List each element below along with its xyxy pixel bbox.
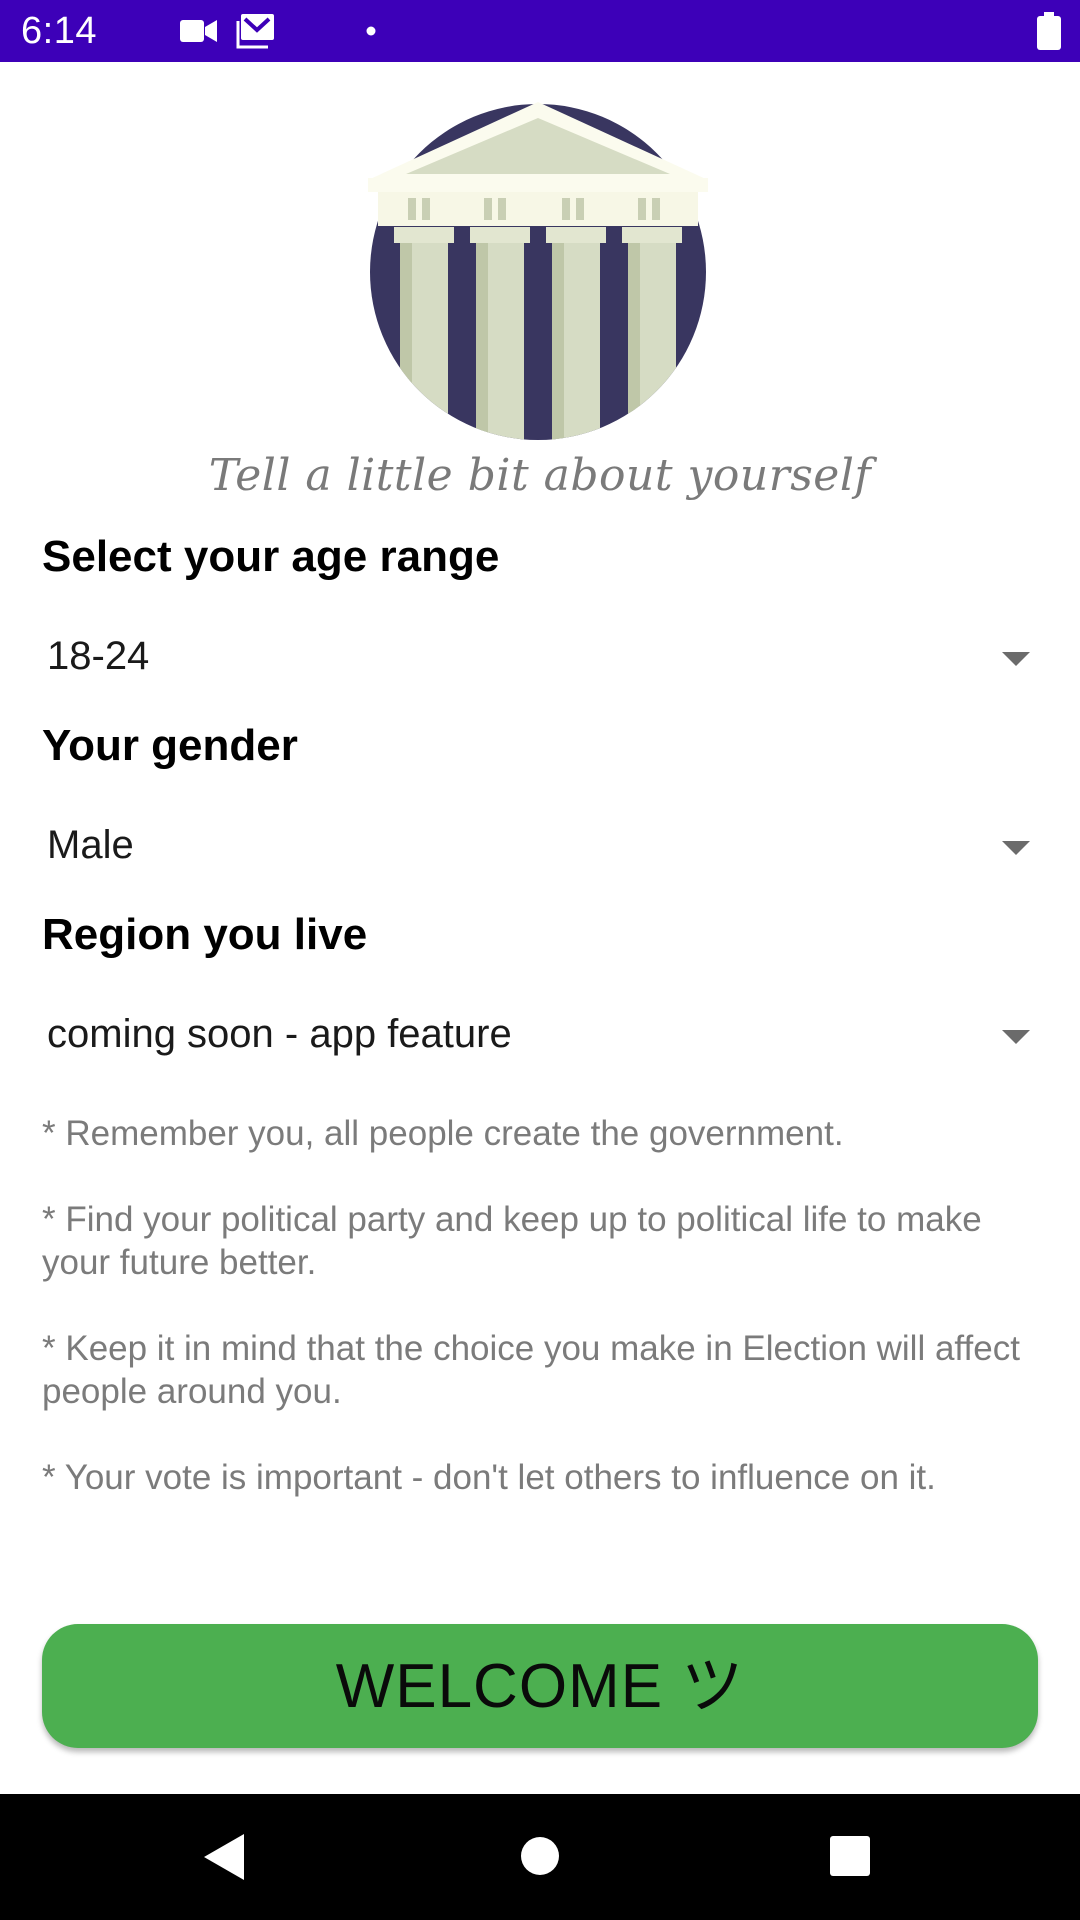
home-icon[interactable] [520, 1836, 560, 1876]
video-camera-icon [180, 20, 217, 42]
mail-icon [236, 14, 274, 49]
welcome-form-screen: Tell a little bit about yourself Select … [0, 62, 1080, 1794]
tagline-text: Tell a little bit about yourself [208, 450, 872, 501]
battery-icon [1037, 12, 1061, 50]
note-item: * Find your political party and keep up … [42, 1200, 982, 1282]
dot-icon [366, 26, 376, 36]
notes-list: * Remember you, all people create the go… [42, 1112, 1038, 1542]
gender-value: Male [47, 823, 134, 867]
parthenon-columns-icon [368, 102, 708, 440]
navigation-bar [0, 1794, 1080, 1920]
note-item: * Your vote is important - don't let oth… [42, 1458, 936, 1497]
age-range-dropdown[interactable]: 18-24 [42, 618, 1038, 704]
back-icon[interactable] [204, 1834, 246, 1880]
status-bar: 6:14 [0, 0, 1080, 62]
dropdown-arrow-icon [1002, 1030, 1030, 1044]
age-range-value: 18-24 [47, 634, 150, 678]
recents-icon[interactable] [830, 1836, 870, 1876]
gender-dropdown[interactable]: Male [42, 807, 1038, 893]
welcome-button[interactable]: WELCOME ツ [42, 1624, 1038, 1748]
region-label: Region you live [42, 910, 368, 959]
note-item: * Remember you, all people create the go… [42, 1114, 844, 1153]
dropdown-arrow-icon [1002, 841, 1030, 855]
note-item: * Keep it in mind that the choice you ma… [42, 1329, 1020, 1411]
age-range-label: Select your age range [42, 532, 500, 581]
region-dropdown[interactable]: coming soon - app feature [42, 996, 1038, 1082]
status-time: 6:14 [21, 10, 97, 52]
gender-label: Your gender [42, 721, 298, 770]
region-value: coming soon - app feature [47, 1012, 512, 1056]
dropdown-arrow-icon [1002, 652, 1030, 666]
